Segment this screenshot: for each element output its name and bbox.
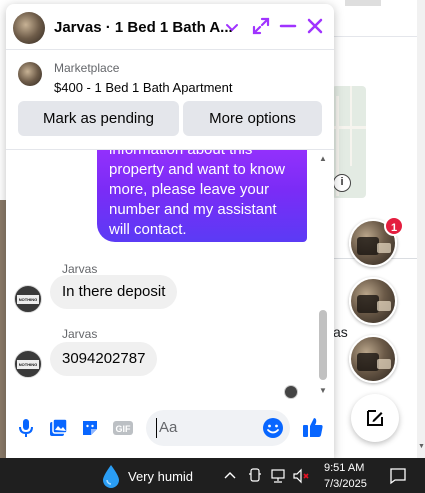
close-icon[interactable] <box>306 17 324 35</box>
scroll-up-arrow[interactable]: ▲ <box>319 154 327 163</box>
message-input-placeholder: Aa <box>159 419 178 436</box>
svg-text:GIF: GIF <box>116 424 132 434</box>
listing-banner: Marketplace $400 - 1 Bed 1 Bath Apartmen… <box>6 50 334 150</box>
compose-icon <box>367 410 383 426</box>
unread-badge: 1 <box>384 216 404 236</box>
background-partial-text: as <box>333 324 348 340</box>
like-icon[interactable] <box>302 416 324 438</box>
new-message-button[interactable] <box>351 394 399 442</box>
minimize-icon[interactable] <box>279 17 297 35</box>
outgoing-line: more, please leave your <box>109 181 270 198</box>
page-scroll-down-arrow[interactable]: ▼ <box>418 443 425 450</box>
clock-date[interactable]: 7/3/2025 <box>324 478 367 490</box>
chat-head[interactable] <box>349 335 397 383</box>
scroll-thumb[interactable] <box>319 310 327 380</box>
network-icon[interactable] <box>270 468 286 484</box>
humidity-icon[interactable] <box>101 464 121 488</box>
microphone-icon[interactable] <box>18 418 34 438</box>
sender-avatar[interactable]: NOTHING MATTERS <box>14 350 42 378</box>
scroll-down-arrow[interactable]: ▼ <box>319 386 327 395</box>
outgoing-line: will contact. <box>109 221 187 238</box>
background-strip <box>345 0 381 6</box>
clock-time[interactable]: 9:51 AM <box>324 462 364 474</box>
expand-icon[interactable] <box>252 17 270 35</box>
conversation-title[interactable]: Jarvas · 1 Bed 1 Bath A... <box>54 19 233 36</box>
conversation-avatar[interactable] <box>13 12 45 44</box>
sender-avatar[interactable]: NOTHING MATTERS <box>14 285 42 313</box>
notifications-icon[interactable] <box>389 467 407 485</box>
sender-name: Jarvas <box>62 327 98 341</box>
listing-title[interactable]: $400 - 1 Bed 1 Bath Apartment <box>54 80 233 95</box>
chevron-down-icon[interactable] <box>225 18 239 36</box>
sender-name: Jarvas <box>62 262 98 276</box>
chat-window: Jarvas · 1 Bed 1 Bath A... Marketplace $… <box>6 4 334 458</box>
photo-icon[interactable] <box>48 418 68 438</box>
seen-indicator-avatar <box>284 385 298 399</box>
taskbar: Very humid 9:51 AM 7/3/2025 <box>0 458 425 493</box>
message-composer: GIF Aa <box>6 400 334 458</box>
mark-as-pending-button[interactable]: Mark as pending <box>18 101 179 136</box>
outgoing-message[interactable]: information about this property and want… <box>97 150 307 242</box>
volume-muted-icon[interactable] <box>292 468 310 484</box>
device-icon[interactable] <box>248 468 262 484</box>
gif-icon[interactable]: GIF <box>112 418 134 438</box>
listing-thumbnail[interactable] <box>18 62 42 86</box>
more-options-button[interactable]: More options <box>183 101 322 136</box>
chat-head[interactable] <box>349 277 397 325</box>
message-input[interactable]: Aa <box>146 410 290 446</box>
sticker-icon[interactable] <box>80 418 100 438</box>
text-caret <box>156 418 157 438</box>
incoming-message[interactable]: 3094202787 <box>50 342 158 376</box>
page-scrollbar[interactable] <box>417 0 425 458</box>
message-thread[interactable]: information about this property and want… <box>6 150 334 400</box>
chat-header[interactable]: Jarvas · 1 Bed 1 Bath A... <box>6 4 334 50</box>
incoming-message[interactable]: In there deposit <box>50 275 178 309</box>
listing-source: Marketplace <box>54 61 120 75</box>
map-info-icon[interactable]: i <box>333 174 351 192</box>
outgoing-line: number and my assistant <box>109 201 277 218</box>
outgoing-line: information about this <box>109 150 299 160</box>
background-map[interactable]: i <box>332 86 366 198</box>
background-divider <box>332 36 425 37</box>
emoji-icon[interactable] <box>262 417 284 439</box>
weather-label[interactable]: Very humid <box>128 469 193 484</box>
chat-scrollbar[interactable]: ▲ ▼ <box>316 150 330 400</box>
outgoing-line: property and want to know <box>109 161 285 178</box>
chevron-up-icon[interactable] <box>224 470 236 480</box>
